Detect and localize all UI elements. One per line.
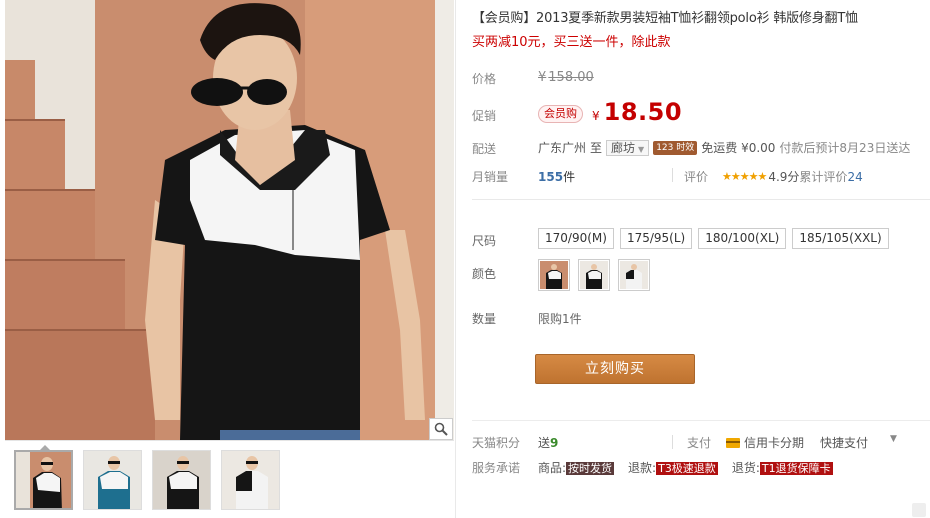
color-swatch-white[interactable]	[618, 259, 650, 291]
promo-price: ¥18.50	[592, 98, 683, 126]
scroll-corner[interactable]	[912, 503, 926, 517]
eta-text: 付款后预计8月23日送达	[779, 141, 911, 155]
credit-installment[interactable]: 信用卡分期	[726, 434, 804, 451]
ship-from: 广东广州	[538, 141, 587, 155]
original-price: ¥158.00	[538, 70, 594, 85]
review-total-label: 累计评价	[799, 170, 848, 184]
sales-label: 月销量	[472, 170, 509, 184]
chevron-down-icon: ▼	[638, 144, 645, 154]
member-badge: 会员购	[538, 105, 583, 123]
credit-card-icon	[726, 437, 740, 448]
thumbnail-3[interactable]	[152, 450, 211, 510]
ship-to-word: 至	[590, 141, 603, 155]
timeliness-badge: 123 时效	[653, 140, 698, 155]
thumbnail-4[interactable]	[221, 450, 280, 510]
star-rating-icon: ★★★★★	[722, 170, 767, 183]
divider	[672, 435, 673, 449]
price-label: 价格	[472, 72, 497, 86]
points-label: 天猫积分	[472, 436, 521, 450]
thumbnail-2[interactable]	[83, 450, 142, 510]
product-title: 【会员购】2013夏季新款男装短袖T恤衫翻领polo衫 韩版修身翻T恤	[472, 11, 858, 26]
buy-now-button[interactable]: 立刻购买	[535, 354, 695, 384]
service-item-shipping[interactable]: 商品: 按时发货	[538, 459, 615, 476]
service-item-return[interactable]: 退货: T1退货保障卡	[732, 459, 833, 476]
image-divider	[5, 440, 454, 441]
size-option[interactable]: 185/105(XXL)	[792, 228, 889, 249]
payment-label: 支付	[687, 436, 712, 450]
section-divider	[472, 420, 930, 421]
review-summary[interactable]: 评价 ★★★★★ 4.9分 累计评价 24	[684, 168, 863, 185]
review-score: 4.9分	[768, 170, 800, 184]
promo-label: 促销	[472, 109, 497, 123]
divider	[672, 168, 673, 182]
color-swatch-dark[interactable]	[578, 259, 610, 291]
quick-pay[interactable]: 快捷支付	[820, 434, 868, 451]
shipping-label: 配送	[472, 142, 497, 156]
thumbnail-1[interactable]	[14, 450, 73, 510]
size-option[interactable]: 175/95(L)	[619, 228, 693, 249]
size-label: 尺码	[472, 234, 497, 248]
freight-text: 免运费 ¥0.00	[701, 141, 776, 155]
zoom-icon[interactable]	[429, 418, 453, 440]
color-label: 颜色	[472, 267, 497, 281]
promo-subtitle: 买两减10元，买三送一件，除此款	[472, 35, 671, 50]
size-options: 170/90(M) 175/95(L) 180/100(XL) 185/105(…	[538, 228, 889, 249]
review-label: 评价	[684, 170, 709, 184]
service-item-refund[interactable]: 退款: T3极速退款	[628, 459, 718, 476]
quantity-label: 数量	[472, 312, 497, 326]
size-option[interactable]: 180/100(XL)	[698, 228, 787, 249]
points-value: 送9	[538, 436, 559, 450]
destination-select[interactable]: 廊坊 ▼	[606, 139, 650, 156]
review-count: 24	[847, 169, 863, 184]
chevron-down-icon[interactable]: ▼	[890, 434, 897, 444]
column-divider	[455, 0, 456, 518]
monthly-sales: 155件	[538, 170, 576, 184]
color-options	[538, 259, 650, 291]
service-label: 服务承诺	[472, 461, 521, 475]
main-product-image[interactable]	[5, 0, 454, 440]
section-divider	[472, 199, 930, 200]
thumbnail-strip	[14, 450, 280, 510]
quantity-limit: 限购1件	[538, 312, 582, 326]
size-option[interactable]: 170/90(M)	[538, 228, 614, 249]
color-swatch-black[interactable]	[538, 259, 570, 291]
shipping-info: 广东广州 至 廊坊 ▼ 123 时效 免运费 ¥0.00 付款后预计8月23日送达	[538, 139, 910, 156]
